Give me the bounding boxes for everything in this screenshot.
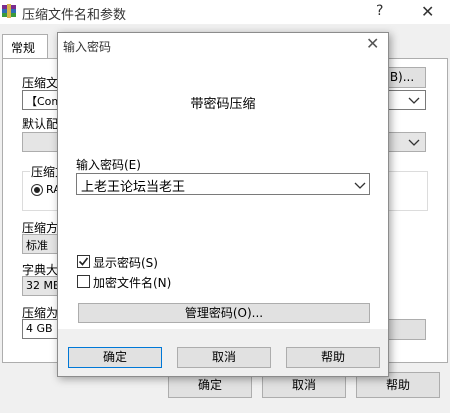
help-icon[interactable]: ? [376,3,383,19]
split-value: 4 GB [26,322,53,335]
bg-cancel-label: 取消 [291,378,316,392]
chevron-down-icon[interactable] [408,95,420,105]
bg-window-title: 压缩文件名和参数 [22,8,127,23]
bg-ok-label: 确定 [197,378,222,392]
dictionary-value: 32 MB [26,279,61,292]
browse-button-label: B)... [389,70,415,84]
cancel-button[interactable]: 取消 [177,347,271,368]
manage-passwords-button[interactable]: 管理密码(O)... [78,303,370,323]
show-password-label: 显示密码(S) [93,256,158,270]
bg-titlebar: 压缩文件名和参数 ? ✕ [0,0,450,24]
method-value: 标准 [26,239,48,252]
password-value: 上老王论坛当老王 [81,180,186,195]
help-button-label: 帮助 [320,350,345,364]
bg-close-icon[interactable]: ✕ [421,2,434,21]
password-combo[interactable]: 上老王论坛当老王 [76,173,370,195]
password-dialog: 输入密码 ✕ 带密码压缩 输入密码(E) 上老王论坛当老王 显示密码(S) 加密… [57,32,389,377]
tab-general[interactable]: 常规 [2,34,48,59]
winrar-app-icon [2,4,16,18]
manage-passwords-label: 管理密码(O)... [184,306,264,320]
chevron-down-icon[interactable] [354,180,366,190]
method-combo[interactable]: 标准 [22,234,62,254]
chevron-down-icon[interactable] [408,137,420,147]
dialog-heading: 带密码压缩 [190,97,256,112]
password-label: 输入密码(E) [76,158,141,172]
encrypt-filenames-checkbox[interactable] [77,275,90,288]
split-combo[interactable]: 4 GB [22,319,62,339]
checkmark-icon [78,257,89,266]
ok-button-label: 确定 [102,350,127,364]
dialog-title: 输入密码 [63,40,112,54]
dialog-panel: 带密码压缩 输入密码(E) 上老王论坛当老王 显示密码(S) 加密文件名(N) … [58,57,388,329]
dictionary-combo[interactable]: 32 MB [22,276,62,296]
show-password-checkbox[interactable] [77,255,90,268]
bg-right-button[interactable] [388,319,426,340]
close-icon[interactable]: ✕ [366,34,379,53]
ok-button[interactable]: 确定 [68,347,162,368]
archive-name-label: 压缩文 [22,76,59,90]
options-group [388,171,428,211]
bg-help-label: 帮助 [385,378,410,392]
tab-general-label: 常规 [11,41,36,55]
dialog-titlebar: 输入密码 ✕ [58,33,388,57]
format-radio-rar[interactable] [31,184,43,196]
cancel-button-label: 取消 [211,350,236,364]
help-button[interactable]: 帮助 [286,347,380,368]
encrypt-filenames-label: 加密文件名(N) [93,276,172,290]
default-profile-label: 默认配 [22,117,59,131]
